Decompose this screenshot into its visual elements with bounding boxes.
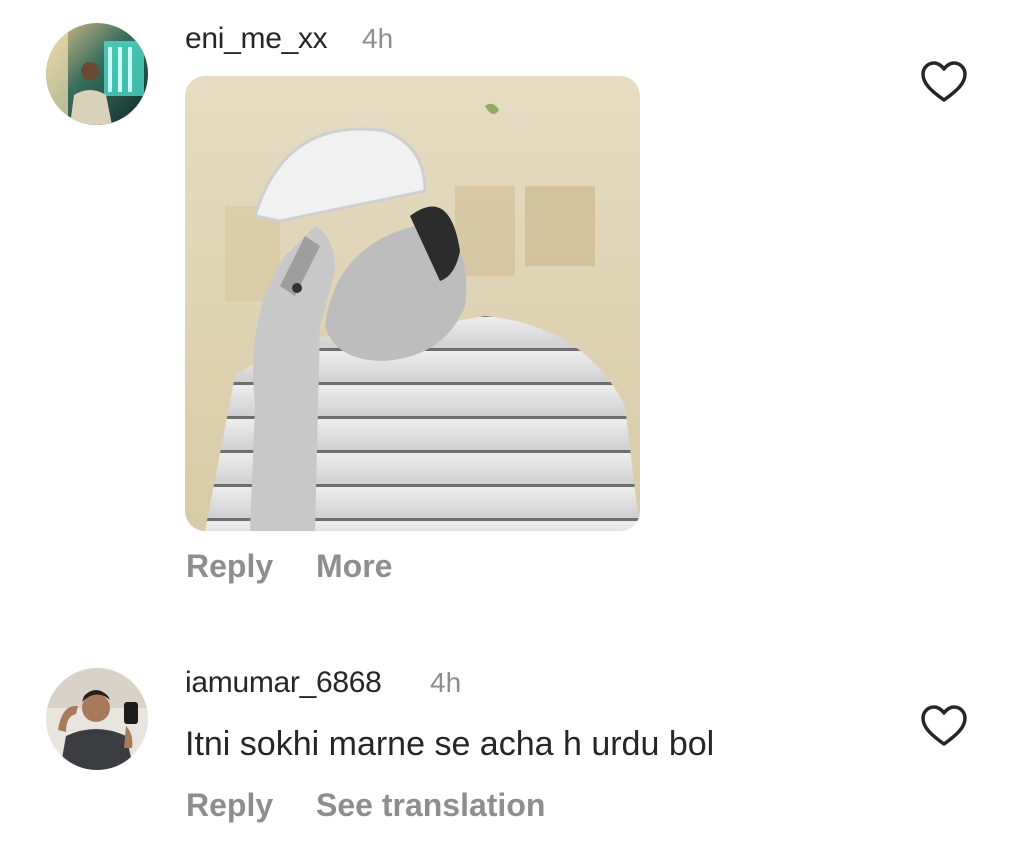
comment-text: Itni sokhi marne se acha h urdu bol (185, 725, 715, 763)
reply-button[interactable]: Reply (186, 787, 273, 824)
facepalm-gif-image (185, 76, 640, 531)
user-avatar-icon (46, 668, 148, 770)
comments-list: eni_me_xx 4h Reply More iamumar_6868 4h … (0, 0, 1024, 863)
more-button[interactable]: More (316, 548, 392, 585)
user-avatar-icon (46, 23, 148, 125)
comment-timestamp: 4h (430, 667, 462, 698)
comment-gif[interactable] (185, 76, 640, 531)
user-avatar[interactable] (46, 668, 148, 770)
user-avatar[interactable] (46, 23, 148, 125)
comment-timestamp: 4h (362, 23, 394, 54)
reply-button[interactable]: Reply (186, 548, 273, 585)
heart-icon[interactable] (920, 60, 968, 104)
comment-username[interactable]: eni_me_xx (185, 22, 328, 56)
comment-username[interactable]: iamumar_6868 (185, 666, 382, 700)
see-translation-button[interactable]: See translation (316, 787, 545, 824)
heart-icon[interactable] (920, 704, 968, 748)
